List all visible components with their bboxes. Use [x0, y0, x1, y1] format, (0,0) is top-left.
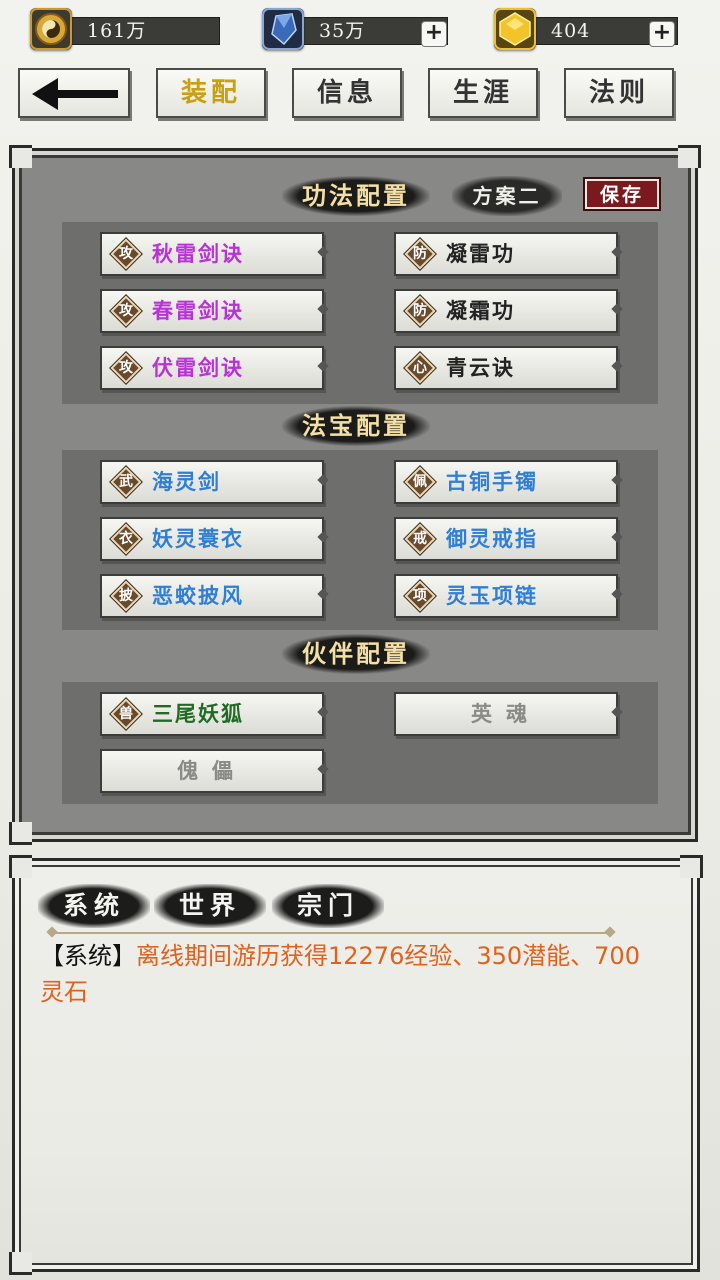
- partner-slot[interactable]: 兽 三尾妖狐: [100, 692, 329, 736]
- slot-type-label: 攻: [119, 360, 133, 376]
- treasures-title: 法宝配置: [282, 406, 430, 446]
- slot-type-badge-icon: 衣: [110, 523, 142, 555]
- treasure-name: 古铜手镯: [446, 469, 538, 494]
- tab-rules[interactable]: 法则: [564, 68, 674, 118]
- blue-crystal-icon: [262, 8, 304, 50]
- slot-type-label: 心: [413, 360, 427, 376]
- skill-name: 凝霜功: [446, 298, 515, 323]
- partner-slot[interactable]: 傀儡: [100, 749, 329, 793]
- slot-type-label: 攻: [119, 303, 133, 319]
- treasure-slot[interactable]: 戒 御灵戒指: [394, 517, 623, 561]
- chat-divider: [52, 932, 610, 934]
- slot-type-badge-icon: 佩: [404, 466, 436, 498]
- skill-slot[interactable]: 攻 伏雷剑诀: [100, 346, 329, 390]
- partners-title: 伙伴配置: [282, 634, 430, 674]
- add-crystal-button[interactable]: +: [422, 22, 446, 46]
- treasure-name: 灵玉项链: [446, 583, 538, 608]
- chat-tab-system[interactable]: 系统: [38, 884, 150, 928]
- save-button[interactable]: 保存: [585, 179, 659, 209]
- treasure-slot[interactable]: 衣 妖灵蓑衣: [100, 517, 329, 561]
- tab-career[interactable]: 生涯: [428, 68, 538, 118]
- slot-type-label: 攻: [119, 246, 133, 262]
- slot-type-label: 项: [413, 588, 427, 604]
- chat-message: 【系统】离线期间游历获得12276经验、350潜能、700灵石: [40, 938, 652, 1010]
- chat-tab-world[interactable]: 世界: [154, 884, 266, 928]
- treasure-slot[interactable]: 项 灵玉项链: [394, 574, 623, 618]
- skill-name: 秋雷剑诀: [152, 241, 244, 266]
- slot-type-label: 防: [413, 246, 427, 262]
- treasure-name: 御灵戒指: [446, 526, 538, 551]
- taiji-coin-icon: [30, 8, 72, 50]
- skill-slot[interactable]: 心 青云诀: [394, 346, 623, 390]
- skills-title: 功法配置: [282, 176, 430, 216]
- skill-name: 春雷剑诀: [152, 298, 244, 323]
- treasure-slot[interactable]: 佩 古铜手镯: [394, 460, 623, 504]
- slot-type-badge-icon: 攻: [110, 238, 142, 270]
- slot-type-badge-icon: 项: [404, 580, 436, 612]
- treasure-name: 海灵剑: [152, 469, 221, 494]
- partner-name: 三尾妖狐: [152, 701, 244, 726]
- taiji-amount: 161万: [64, 17, 220, 45]
- skill-slot[interactable]: 攻 春雷剑诀: [100, 289, 329, 333]
- slot-type-badge-icon: 戒: [404, 523, 436, 555]
- skill-name: 青云诀: [446, 355, 515, 380]
- slot-type-badge-icon: 防: [404, 238, 436, 270]
- back-button[interactable]: [18, 68, 130, 118]
- treasure-slot[interactable]: 武 海灵剑: [100, 460, 329, 504]
- resource-crystal: 35万 +: [262, 8, 450, 50]
- slot-type-badge-icon: 披: [110, 580, 142, 612]
- slot-type-label: 武: [119, 474, 133, 490]
- slot-type-label: 兽: [119, 706, 133, 722]
- slot-type-badge-icon: 攻: [110, 295, 142, 327]
- resource-taiji: 161万: [30, 8, 220, 50]
- slot-type-badge-icon: 兽: [110, 698, 142, 730]
- skill-slot[interactable]: 防 凝霜功: [394, 289, 623, 333]
- slot-type-label: 披: [119, 588, 133, 604]
- add-gold-button[interactable]: +: [650, 22, 674, 46]
- slot-type-badge-icon: 防: [404, 295, 436, 327]
- message-tag: 【系统】: [40, 942, 136, 970]
- slot-type-label: 衣: [119, 531, 133, 547]
- slot-type-badge-icon: 攻: [110, 352, 142, 384]
- gold-gem-icon: [494, 8, 536, 50]
- skill-slot[interactable]: 攻 秋雷剑诀: [100, 232, 329, 276]
- slot-type-label: 防: [413, 303, 427, 319]
- slot-type-badge-icon: 武: [110, 466, 142, 498]
- treasure-name: 妖灵蓑衣: [152, 526, 244, 551]
- skill-name: 凝雷功: [446, 241, 515, 266]
- chat-tab-sect[interactable]: 宗门: [272, 884, 384, 928]
- partner-slot-empty-label: 傀儡: [177, 758, 247, 783]
- partner-slot-empty-label: 英魂: [471, 701, 541, 726]
- slot-type-label: 佩: [413, 474, 427, 490]
- resource-gold: 404 +: [494, 8, 680, 50]
- plan-selector[interactable]: 方案二: [452, 176, 562, 216]
- slot-type-label: 戒: [413, 531, 427, 547]
- slot-type-badge-icon: 心: [404, 352, 436, 384]
- treasure-name: 恶蛟披风: [152, 583, 244, 608]
- partner-slot[interactable]: 英魂: [394, 692, 623, 736]
- skill-slot[interactable]: 防 凝雷功: [394, 232, 623, 276]
- skill-name: 伏雷剑诀: [152, 355, 244, 380]
- tab-info[interactable]: 信息: [292, 68, 402, 118]
- treasure-slot[interactable]: 披 恶蛟披风: [100, 574, 329, 618]
- tab-equip[interactable]: 装配: [156, 68, 266, 118]
